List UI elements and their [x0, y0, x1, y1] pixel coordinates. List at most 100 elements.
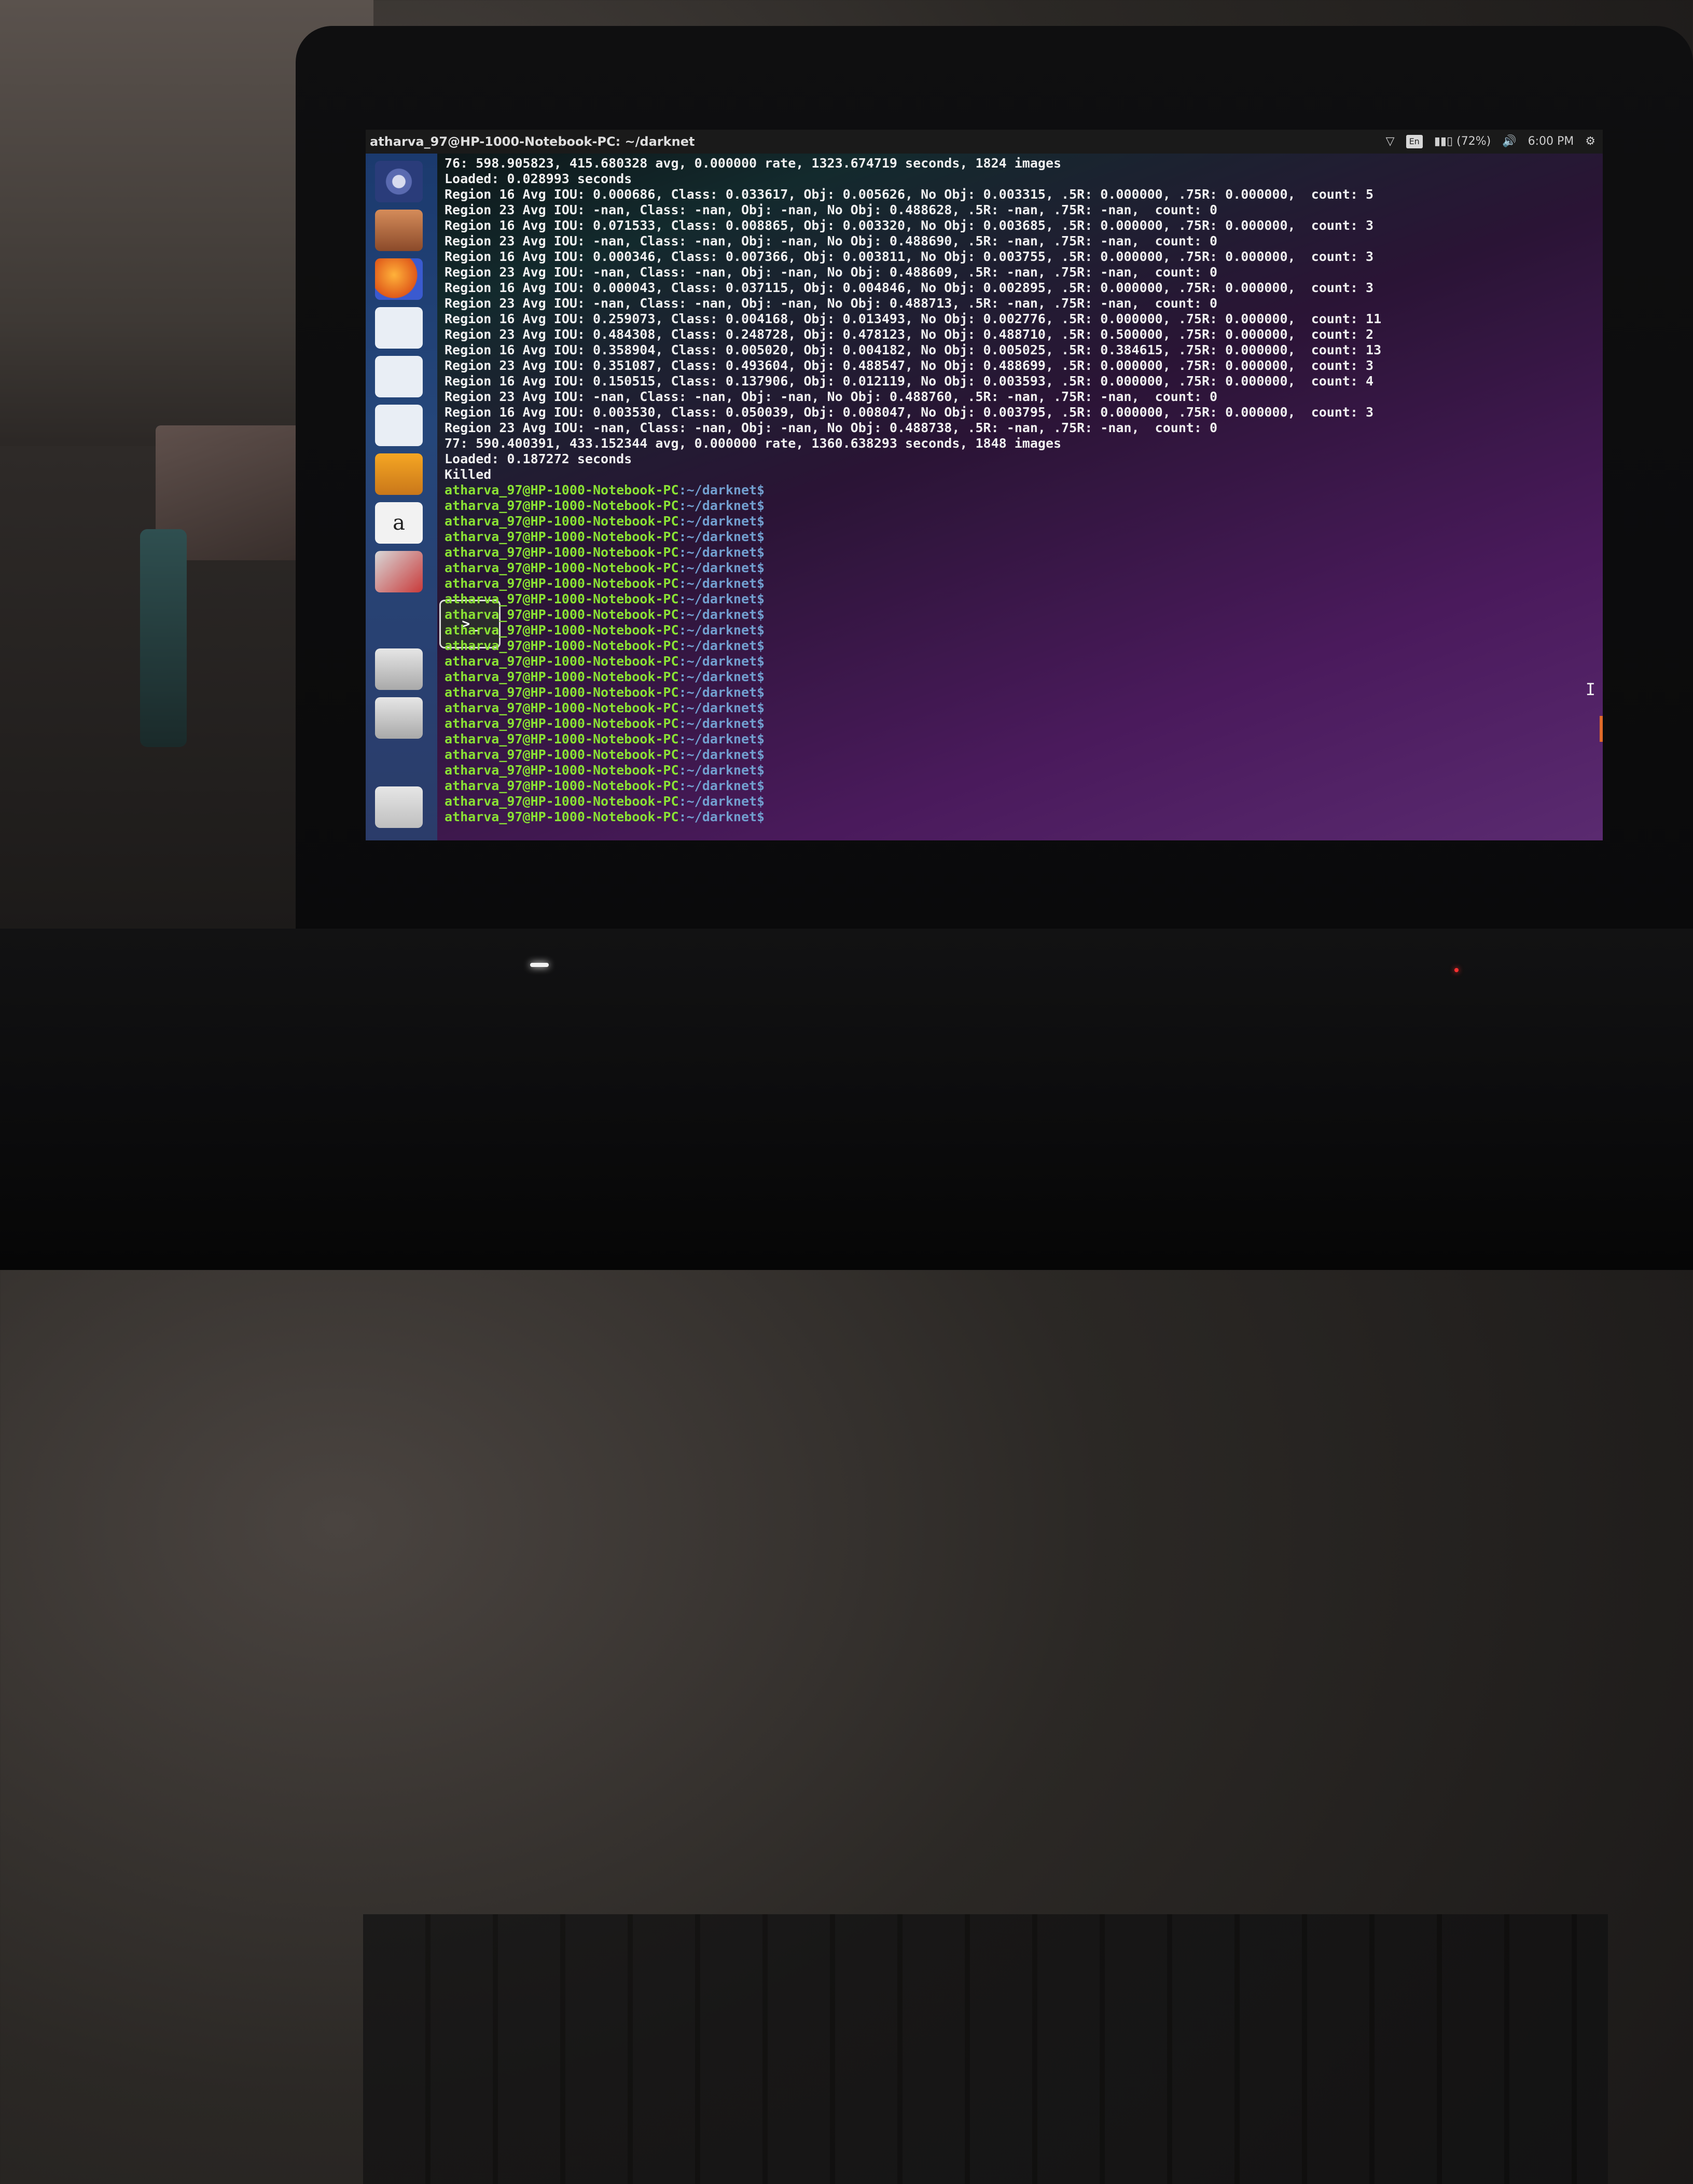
terminal-line: Killed [445, 467, 492, 482]
prompt-path: :~/darknet$ [678, 685, 765, 700]
keyboard [363, 1914, 1608, 2184]
terminal-prompt: atharva_97@HP-1000-Notebook-PC:~/darknet… [445, 591, 1598, 607]
status-light [530, 963, 549, 967]
prompt-path: :~/darknet$ [678, 716, 765, 731]
terminal-prompt: atharva_97@HP-1000-Notebook-PC:~/darknet… [445, 545, 1598, 560]
terminal-line: Region 16 Avg IOU: 0.150515, Class: 0.13… [445, 374, 1374, 389]
prompt-user: atharva_97@HP-1000-Notebook-PC [445, 482, 679, 497]
terminal-prompt: atharva_97@HP-1000-Notebook-PC:~/darknet… [445, 685, 1598, 700]
terminal-prompt: atharva_97@HP-1000-Notebook-PC:~/darknet… [445, 623, 1598, 638]
terminal-line: 76: 598.905823, 415.680328 avg, 0.000000… [445, 156, 1062, 171]
terminal-line: Region 16 Avg IOU: 0.071533, Class: 0.00… [445, 218, 1374, 233]
terminal-line: Region 16 Avg IOU: 0.003530, Class: 0.05… [445, 405, 1374, 420]
prompt-path: :~/darknet$ [678, 607, 765, 622]
prompt-path: :~/darknet$ [678, 576, 765, 591]
terminal-line: Region 23 Avg IOU: 0.484308, Class: 0.24… [445, 327, 1374, 342]
settings-icon[interactable] [375, 551, 423, 592]
terminal-prompt: atharva_97@HP-1000-Notebook-PC:~/darknet… [445, 731, 1598, 747]
prompt-path: :~/darknet$ [678, 669, 765, 684]
top-panel: atharva_97@HP-1000-Notebook-PC: ~/darkne… [366, 130, 1603, 154]
terminal-prompt: atharva_97@HP-1000-Notebook-PC:~/darknet… [445, 529, 1598, 545]
terminal-line: Region 16 Avg IOU: 0.000043, Class: 0.03… [445, 280, 1374, 295]
volume-icon[interactable]: 🔊 [1502, 130, 1516, 154]
prompt-user: atharva_97@HP-1000-Notebook-PC [445, 591, 679, 606]
prompt-user: atharva_97@HP-1000-Notebook-PC [445, 607, 679, 622]
prompt-user: atharva_97@HP-1000-Notebook-PC [445, 560, 679, 575]
terminal-line: Region 23 Avg IOU: -nan, Class: -nan, Ob… [445, 265, 1218, 280]
terminal-prompt: atharva_97@HP-1000-Notebook-PC:~/darknet… [445, 794, 1598, 809]
prompt-user: atharva_97@HP-1000-Notebook-PC [445, 576, 679, 591]
files-icon[interactable] [375, 210, 423, 251]
prompt-user: atharva_97@HP-1000-Notebook-PC [445, 545, 679, 560]
amazon-icon[interactable]: a [375, 502, 423, 544]
wifi-icon[interactable]: ▽ [1386, 130, 1395, 154]
prompt-path: :~/darknet$ [678, 545, 765, 560]
vlc-icon[interactable] [375, 453, 423, 495]
prompt-user: atharva_97@HP-1000-Notebook-PC [445, 685, 679, 700]
scrollbar-marker[interactable] [1600, 716, 1603, 742]
prompt-path: :~/darknet$ [678, 731, 765, 747]
clock[interactable]: 6:00 PM [1528, 130, 1574, 154]
prompt-path: :~/darknet$ [678, 623, 765, 638]
impress-icon[interactable] [375, 405, 423, 446]
terminal-prompt: atharva_97@HP-1000-Notebook-PC:~/darknet… [445, 498, 1598, 514]
trash-icon[interactable] [375, 786, 423, 828]
prompt-user: atharva_97@HP-1000-Notebook-PC [445, 794, 679, 809]
terminal-prompt: atharva_97@HP-1000-Notebook-PC:~/darknet… [445, 560, 1598, 576]
text-cursor-icon: I [1585, 680, 1595, 699]
prompt-path: :~/darknet$ [678, 638, 765, 653]
battery-percent: (72%) [1456, 135, 1491, 148]
terminal-prompt: atharva_97@HP-1000-Notebook-PC:~/darknet… [445, 669, 1598, 685]
terminal-prompt: atharva_97@HP-1000-Notebook-PC:~/darknet… [445, 638, 1598, 654]
terminal-prompt: atharva_97@HP-1000-Notebook-PC:~/darknet… [445, 514, 1598, 529]
terminal-line: Region 23 Avg IOU: 0.351087, Class: 0.49… [445, 358, 1374, 373]
calc-icon[interactable] [375, 356, 423, 397]
laptop-screen: atharva_97@HP-1000-Notebook-PC: ~/darkne… [366, 130, 1603, 840]
prompt-path: :~/darknet$ [678, 794, 765, 809]
prompt-user: atharva_97@HP-1000-Notebook-PC [445, 498, 679, 513]
prompt-path: :~/darknet$ [678, 809, 765, 824]
prompt-user: atharva_97@HP-1000-Notebook-PC [445, 731, 679, 747]
terminal-line: 77: 590.400391, 433.152344 avg, 0.000000… [445, 436, 1062, 451]
terminal-line: Loaded: 0.028993 seconds [445, 171, 632, 186]
prompt-user: atharva_97@HP-1000-Notebook-PC [445, 654, 679, 669]
terminal-output[interactable]: 76: 598.905823, 415.680328 avg, 0.000000… [439, 154, 1603, 840]
terminal-line: Region 23 Avg IOU: -nan, Class: -nan, Ob… [445, 202, 1218, 217]
dash-icon[interactable] [375, 161, 423, 202]
prompt-path: :~/darknet$ [678, 560, 765, 575]
prompt-user: atharva_97@HP-1000-Notebook-PC [445, 669, 679, 684]
prompt-path: :~/darknet$ [678, 763, 765, 778]
prompt-user: atharva_97@HP-1000-Notebook-PC [445, 778, 679, 793]
prompt-user: atharva_97@HP-1000-Notebook-PC [445, 809, 679, 824]
gear-icon[interactable]: ⚙ [1585, 130, 1595, 154]
terminal-prompt: atharva_97@HP-1000-Notebook-PC:~/darknet… [445, 482, 1598, 498]
prompt-user: atharva_97@HP-1000-Notebook-PC [445, 623, 679, 638]
laptop-base [0, 929, 1693, 2184]
prompt-path: :~/darknet$ [678, 747, 765, 762]
writer-icon[interactable] [375, 307, 423, 349]
launcher: a >_ [366, 154, 501, 840]
terminal-prompt: atharva_97@HP-1000-Notebook-PC:~/darknet… [445, 654, 1598, 669]
terminal-prompt: atharva_97@HP-1000-Notebook-PC:~/darknet… [445, 747, 1598, 763]
prompt-user: atharva_97@HP-1000-Notebook-PC [445, 638, 679, 653]
firefox-icon[interactable] [375, 258, 423, 300]
indicator-area: ▽ En ▮▮▯ (72%) 🔊 6:00 PM ⚙ [1386, 130, 1595, 154]
terminal-prompt: atharva_97@HP-1000-Notebook-PC:~/darknet… [445, 763, 1598, 778]
prompt-path: :~/darknet$ [678, 529, 765, 544]
drive-icon[interactable] [375, 697, 423, 739]
terminal-prompt: atharva_97@HP-1000-Notebook-PC:~/darknet… [445, 576, 1598, 591]
prompt-user: atharva_97@HP-1000-Notebook-PC [445, 529, 679, 544]
prompt-path: :~/darknet$ [678, 654, 765, 669]
prompt-path: :~/darknet$ [678, 482, 765, 497]
background-cloth [140, 529, 187, 747]
prompt-user: atharva_97@HP-1000-Notebook-PC [445, 763, 679, 778]
terminal-line: Region 16 Avg IOU: 0.358904, Class: 0.00… [445, 342, 1382, 357]
terminal-line: Loaded: 0.187272 seconds [445, 451, 632, 466]
power-light [1454, 968, 1459, 972]
keyboard-layout-indicator[interactable]: En [1406, 135, 1423, 148]
prompt-user: atharva_97@HP-1000-Notebook-PC [445, 700, 679, 715]
battery-indicator[interactable]: ▮▮▯ (72%) [1434, 130, 1491, 154]
prompt-path: :~/darknet$ [678, 778, 765, 793]
drive-icon[interactable] [375, 648, 423, 690]
prompt-user: atharva_97@HP-1000-Notebook-PC [445, 514, 679, 529]
